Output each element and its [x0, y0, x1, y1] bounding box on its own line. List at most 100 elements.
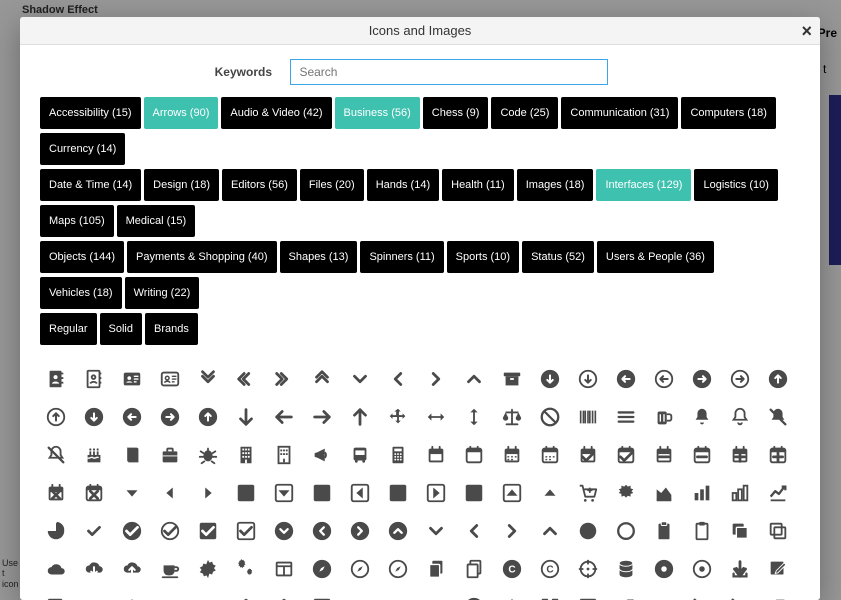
- bell-slash-outline-icon[interactable]: [38, 437, 74, 473]
- category-tag[interactable]: Brands: [145, 313, 198, 345]
- chevron-circle-up-icon[interactable]: [380, 513, 416, 549]
- category-tag[interactable]: Vehicles (18): [40, 277, 122, 309]
- category-tag[interactable]: Accessibility (15): [40, 97, 141, 129]
- dot-circle-solid-icon[interactable]: [646, 551, 682, 587]
- check-square-outline-icon[interactable]: [228, 513, 264, 549]
- calculator-icon[interactable]: [380, 437, 416, 473]
- calendar-minus-solid-icon[interactable]: [646, 437, 682, 473]
- category-tag[interactable]: Logistics (10): [694, 169, 777, 201]
- chevron-right-icon[interactable]: [494, 513, 530, 549]
- bell-solid-icon[interactable]: [684, 399, 720, 435]
- address-book-outline-icon[interactable]: [76, 361, 112, 397]
- chevron-circle-left-icon[interactable]: [304, 513, 340, 549]
- copyright-solid-icon[interactable]: C: [494, 551, 530, 587]
- arrow-circle-down-outline-icon[interactable]: [570, 361, 606, 397]
- cloud-icon[interactable]: [38, 551, 74, 587]
- briefcase-icon[interactable]: [152, 437, 188, 473]
- caret-square-down-outline-icon[interactable]: [266, 475, 302, 511]
- arrow-down-circle-icon[interactable]: [76, 399, 112, 435]
- chevron-circle-down-icon[interactable]: [266, 513, 302, 549]
- caret-square-right-outline-icon[interactable]: [418, 475, 454, 511]
- arrows-v-icon[interactable]: [456, 399, 492, 435]
- circle-outline-icon[interactable]: [608, 513, 644, 549]
- chevron-up-icon[interactable]: [532, 513, 568, 549]
- eye-slash-outline-icon[interactable]: [722, 589, 758, 600]
- category-tag[interactable]: Solid: [100, 313, 142, 345]
- arrow-circle-down-solid-icon[interactable]: [532, 361, 568, 397]
- calendar-minus-outline-icon[interactable]: [684, 437, 720, 473]
- bell-outline-icon[interactable]: [722, 399, 758, 435]
- envelope-solid-icon[interactable]: [152, 589, 188, 600]
- category-tag[interactable]: Spinners (11): [360, 241, 443, 273]
- address-card-outline-icon[interactable]: [152, 361, 188, 397]
- clipboard-solid-icon[interactable]: [646, 513, 682, 549]
- edit-outline-icon[interactable]: [38, 589, 74, 600]
- category-tag[interactable]: Users & People (36): [597, 241, 714, 273]
- angle-right-icon[interactable]: [418, 361, 454, 397]
- calendar-alt-solid-icon[interactable]: [494, 437, 530, 473]
- icon-grid-scroll[interactable]: CCHA文: [20, 357, 820, 600]
- exclamation-icon[interactable]: [418, 589, 454, 600]
- arrow-down-icon[interactable]: [228, 399, 264, 435]
- bug-icon[interactable]: [190, 437, 226, 473]
- calendar-times-solid-icon[interactable]: [38, 475, 74, 511]
- dot-circle-outline-icon[interactable]: [684, 551, 720, 587]
- arrow-up-circle-icon[interactable]: [190, 399, 226, 435]
- eye-slash-solid-icon[interactable]: [684, 589, 720, 600]
- eraser-icon[interactable]: [342, 589, 378, 600]
- calendar-plus-solid-icon[interactable]: [722, 437, 758, 473]
- arrow-circle-up-solid-icon[interactable]: [760, 361, 796, 397]
- category-tag[interactable]: Chess (9): [423, 97, 489, 129]
- clipboard-outline-icon[interactable]: [684, 513, 720, 549]
- database-icon[interactable]: [608, 551, 644, 587]
- calendar-check-solid-icon[interactable]: [570, 437, 606, 473]
- compass-outline-icon[interactable]: [342, 551, 378, 587]
- search-input[interactable]: [290, 59, 608, 85]
- category-tag[interactable]: Objects (144): [40, 241, 124, 273]
- cloud-upload-icon[interactable]: [114, 551, 150, 587]
- category-tag[interactable]: Payments & Shopping (40): [127, 241, 276, 273]
- expand-arrows-icon[interactable]: [532, 589, 568, 600]
- calendar-check-outline-icon[interactable]: [608, 437, 644, 473]
- calendar-times-outline-icon[interactable]: [76, 475, 112, 511]
- arrow-circle-up-outline-icon[interactable]: [38, 399, 74, 435]
- category-tag[interactable]: Date & Time (14): [40, 169, 141, 201]
- arrow-left-icon[interactable]: [266, 399, 302, 435]
- arrow-left-circle-icon[interactable]: [114, 399, 150, 435]
- bus-icon[interactable]: [342, 437, 378, 473]
- copyright-outline-icon[interactable]: C: [532, 551, 568, 587]
- calendar-solid-icon[interactable]: [418, 437, 454, 473]
- barcode-icon[interactable]: [570, 399, 606, 435]
- cogs-icon[interactable]: [228, 551, 264, 587]
- envelope-open-solid-icon[interactable]: [228, 589, 264, 600]
- archive-icon[interactable]: [494, 361, 530, 397]
- category-tag[interactable]: Editors (56): [222, 169, 297, 201]
- calendar-outline-icon[interactable]: [456, 437, 492, 473]
- category-tag[interactable]: Sports (10): [447, 241, 519, 273]
- caret-square-left-outline-icon[interactable]: [342, 475, 378, 511]
- building-solid-icon[interactable]: [228, 437, 264, 473]
- exclamation-triangle-icon[interactable]: [494, 589, 530, 600]
- envelope-square-icon[interactable]: [304, 589, 340, 600]
- birthday-cake-icon[interactable]: [76, 437, 112, 473]
- chevron-down-icon[interactable]: [418, 513, 454, 549]
- angle-up-icon[interactable]: [456, 361, 492, 397]
- angle-double-left-icon[interactable]: [228, 361, 264, 397]
- beer-icon[interactable]: [646, 399, 682, 435]
- angle-down-icon[interactable]: [342, 361, 378, 397]
- angle-left-icon[interactable]: [380, 361, 416, 397]
- envelope-outline-icon[interactable]: [190, 589, 226, 600]
- check-circle-outline-icon[interactable]: [152, 513, 188, 549]
- exchange-icon[interactable]: [380, 589, 416, 600]
- chart-bar-solid-icon[interactable]: [684, 475, 720, 511]
- category-tag[interactable]: Communication (31): [561, 97, 678, 129]
- angle-double-down-icon[interactable]: [190, 361, 226, 397]
- category-tag[interactable]: Hands (14): [367, 169, 439, 201]
- category-tag[interactable]: Health (11): [442, 169, 514, 201]
- compass-solid-icon[interactable]: [304, 551, 340, 587]
- edit-solid-icon[interactable]: [760, 551, 796, 587]
- coffee-icon[interactable]: [152, 551, 188, 587]
- arrow-circle-left-outline-icon[interactable]: [646, 361, 682, 397]
- download-icon[interactable]: [722, 551, 758, 587]
- category-tag[interactable]: Business (56): [335, 97, 420, 129]
